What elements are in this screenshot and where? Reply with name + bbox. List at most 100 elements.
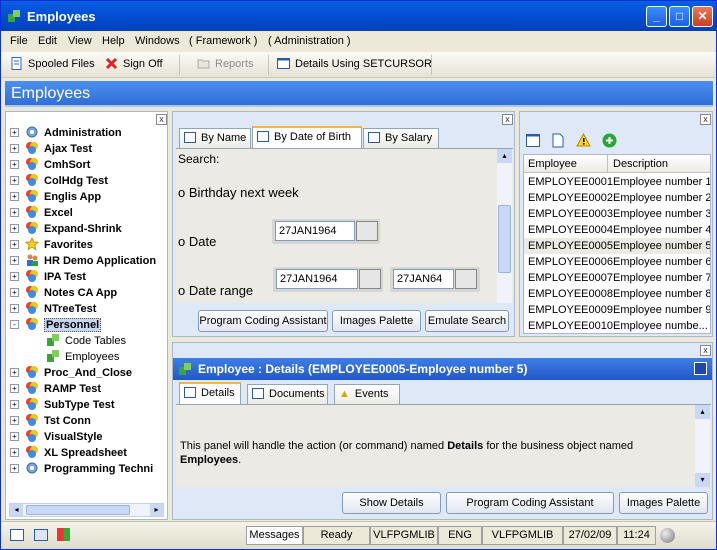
- reports-button[interactable]: Reports: [197, 57, 254, 73]
- table-row[interactable]: EMPLOYEE0006 Employee number 6: [524, 254, 710, 270]
- tree-item[interactable]: + Programming Techni: [10, 461, 153, 477]
- option-date[interactable]: o Date: [178, 234, 216, 249]
- window-icon[interactable]: [526, 134, 540, 147]
- maximize-button[interactable]: □: [669, 6, 690, 27]
- tree-item[interactable]: + Notes CA App: [10, 285, 117, 301]
- table-row[interactable]: EMPLOYEE0001 Employee number 1: [524, 174, 710, 190]
- tree-item[interactable]: + Proc_And_Close: [10, 365, 132, 381]
- images-palette-button[interactable]: Images Palette: [332, 310, 421, 332]
- tree-item[interactable]: + VisualStyle: [10, 429, 103, 445]
- minimize-button[interactable]: _: [646, 6, 667, 27]
- option-birthday-next-week[interactable]: o Birthday next week: [178, 185, 299, 200]
- menu-view[interactable]: View: [68, 35, 92, 47]
- expand-icon[interactable]: +: [10, 464, 19, 473]
- program-coding-assistant-button[interactable]: Program Coding Assistant: [446, 492, 614, 514]
- table-row[interactable]: EMPLOYEE0008 Employee number 8: [524, 286, 710, 302]
- expand-icon[interactable]: +: [10, 416, 19, 425]
- grid-icon[interactable]: [34, 529, 48, 541]
- menu-administration[interactable]: ( Administration ): [268, 35, 351, 47]
- expand-icon[interactable]: +: [10, 400, 19, 409]
- tree-child-item[interactable]: Employees: [46, 349, 119, 365]
- tab-by-salary[interactable]: By Salary: [363, 128, 439, 148]
- scroll-thumb[interactable]: [26, 505, 130, 515]
- expand-icon[interactable]: +: [10, 368, 19, 377]
- tree-item[interactable]: + Expand-Shrink: [10, 221, 122, 237]
- tree-item[interactable]: + NTreeTest: [10, 301, 96, 317]
- emulate-search-button[interactable]: Emulate Search: [425, 310, 509, 332]
- spooled-files-button[interactable]: Spooled Files: [10, 57, 95, 73]
- vertical-scrollbar[interactable]: ▴: [497, 149, 512, 303]
- expand-icon[interactable]: +: [10, 224, 19, 233]
- column-employee[interactable]: Employee: [524, 155, 608, 173]
- table-row[interactable]: EMPLOYEE0003 Employee number 3: [524, 206, 710, 222]
- sign-off-button[interactable]: Sign Off: [105, 57, 163, 73]
- range-from-input[interactable]: [276, 269, 358, 289]
- add-icon[interactable]: [602, 133, 617, 148]
- expand-icon[interactable]: +: [10, 176, 19, 185]
- option-date-range[interactable]: o Date range: [178, 283, 253, 298]
- calendar-icon[interactable]: [359, 269, 381, 289]
- tree-item[interactable]: + Favorites: [10, 236, 93, 253]
- table-row[interactable]: EMPLOYEE0007 Employee number 7: [524, 270, 710, 286]
- expand-icon[interactable]: +: [10, 288, 19, 297]
- close-panel-icon[interactable]: x: [700, 345, 711, 356]
- range-to-input[interactable]: [393, 269, 454, 289]
- expand-icon[interactable]: +: [10, 128, 19, 137]
- close-button[interactable]: ✕: [692, 6, 713, 27]
- table-row[interactable]: EMPLOYEE0010 Employee numbe...: [524, 318, 710, 333]
- tab-details[interactable]: Details: [179, 382, 241, 404]
- table-row[interactable]: EMPLOYEE0009 Employee number 9: [524, 302, 710, 318]
- menu-framework[interactable]: ( Framework ): [189, 35, 257, 47]
- horizontal-scrollbar[interactable]: ◂ ▸: [9, 503, 164, 517]
- tree-item[interactable]: + SubType Test: [10, 397, 115, 413]
- expand-icon[interactable]: +: [10, 160, 19, 169]
- close-panel-icon[interactable]: x: [502, 114, 513, 125]
- scroll-left-arrow[interactable]: ◂: [10, 504, 23, 516]
- color-grid-icon[interactable]: [57, 528, 70, 541]
- calendar-icon[interactable]: [455, 269, 477, 289]
- tree-item[interactable]: + Englis App: [10, 189, 101, 205]
- scroll-thumb[interactable]: [498, 205, 511, 273]
- title-bar[interactable]: Employees _ □ ✕: [1, 1, 716, 31]
- document-icon[interactable]: [552, 133, 564, 148]
- warning-icon[interactable]: [576, 133, 591, 147]
- tree-child-item[interactable]: Code Tables: [46, 333, 126, 349]
- close-panel-icon[interactable]: x: [700, 114, 711, 125]
- collapse-icon[interactable]: -: [10, 320, 19, 329]
- table-row[interactable]: EMPLOYEE0004 Employee number 4: [524, 222, 710, 238]
- tree-item[interactable]: + Excel: [10, 205, 73, 221]
- details-setcursor-button[interactable]: Details Using SETCURSOR: [277, 57, 432, 73]
- program-coding-assistant-button[interactable]: Program Coding Assistant: [198, 310, 328, 332]
- vertical-scrollbar[interactable]: ▴ ▾: [695, 405, 710, 487]
- images-palette-button[interactable]: Images Palette: [619, 492, 708, 514]
- tree-item[interactable]: + ColHdg Test: [10, 173, 108, 189]
- expand-icon[interactable]: +: [10, 192, 19, 201]
- menu-windows[interactable]: Windows: [135, 35, 180, 47]
- expand-icon[interactable]: +: [10, 144, 19, 153]
- tree-item[interactable]: + HR Demo Application: [10, 253, 156, 269]
- table-row[interactable]: EMPLOYEE0002 Employee number 2: [524, 190, 710, 206]
- date-input[interactable]: [275, 221, 355, 241]
- tree-item[interactable]: - Personnel: [10, 317, 102, 333]
- menu-help[interactable]: Help: [102, 35, 125, 47]
- tab-documents[interactable]: Documents: [247, 384, 328, 404]
- scroll-up-arrow[interactable]: ▴: [497, 149, 512, 163]
- menu-file[interactable]: File: [10, 35, 28, 47]
- tab-by-name[interactable]: By Name: [179, 128, 251, 148]
- expand-icon[interactable]: +: [10, 304, 19, 313]
- tree-item[interactable]: + Administration: [10, 125, 122, 141]
- menu-edit[interactable]: Edit: [38, 35, 57, 47]
- tab-events[interactable]: ▲ Events: [334, 384, 400, 404]
- expand-icon[interactable]: +: [10, 272, 19, 281]
- show-details-button[interactable]: Show Details: [342, 492, 441, 514]
- messages-button[interactable]: Messages: [246, 526, 303, 545]
- tab-by-date-of-birth[interactable]: By Date of Birth: [252, 126, 362, 148]
- calendar-icon[interactable]: [356, 221, 378, 241]
- tree-item[interactable]: + RAMP Test: [10, 381, 101, 397]
- column-description[interactable]: Description: [609, 155, 710, 173]
- scroll-right-arrow[interactable]: ▸: [150, 504, 163, 516]
- scroll-up-arrow[interactable]: ▴: [695, 405, 710, 419]
- window-icon[interactable]: [10, 529, 24, 541]
- expand-icon[interactable]: +: [10, 432, 19, 441]
- table-row[interactable]: EMPLOYEE0005 Employee number 5: [524, 238, 710, 254]
